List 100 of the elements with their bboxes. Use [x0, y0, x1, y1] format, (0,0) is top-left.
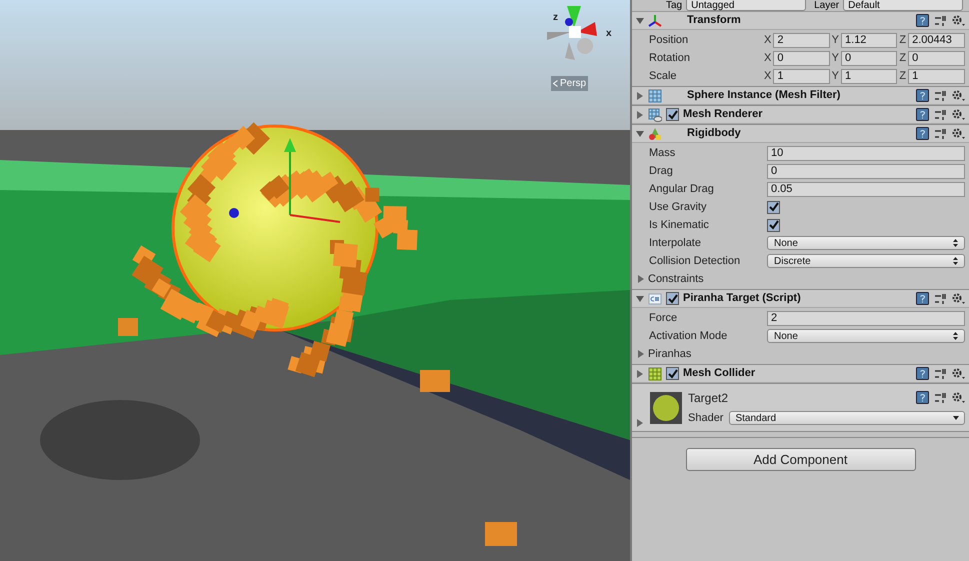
- help-book-icon[interactable]: [916, 108, 929, 121]
- field-label: Use Gravity: [649, 200, 708, 215]
- number-field[interactable]: 10: [767, 146, 965, 160]
- axis-label: z: [553, 11, 558, 25]
- dropdown[interactable]: None: [767, 329, 965, 343]
- settings-icon[interactable]: [951, 108, 965, 121]
- axis-label: X: [764, 68, 772, 84]
- shader-label: Shader: [688, 410, 724, 426]
- settings-icon[interactable]: [951, 14, 965, 27]
- settings-icon[interactable]: [951, 89, 965, 102]
- preset-sliders-icon[interactable]: [934, 90, 946, 102]
- collapsed-triangle-icon[interactable]: [637, 275, 645, 283]
- component-header[interactable]: Rigidbody: [632, 125, 969, 143]
- preset-sliders-icon[interactable]: [934, 14, 946, 26]
- axis-label: Y: [832, 32, 840, 48]
- number-field[interactable]: 2: [773, 32, 830, 48]
- collapsed-triangle-icon[interactable]: [636, 110, 644, 118]
- component-title: Rigidbody: [687, 126, 741, 142]
- settings-icon[interactable]: [951, 292, 965, 305]
- collapsed-triangle-icon[interactable]: [636, 370, 644, 378]
- expanded-triangle-icon[interactable]: [636, 16, 644, 24]
- left-chevron-icon: [553, 80, 558, 87]
- field-label: Mass: [649, 146, 676, 161]
- number-field[interactable]: 0: [767, 164, 965, 178]
- help-book-icon[interactable]: [916, 367, 929, 380]
- field-label: Force: [649, 310, 678, 326]
- help-book-icon[interactable]: [916, 14, 929, 27]
- mesh-eye-icon: [648, 108, 662, 122]
- field-label: Interpolate: [649, 236, 702, 251]
- material-name: Target2: [688, 390, 728, 407]
- help-book-icon[interactable]: [916, 391, 929, 404]
- field-label: Position: [649, 32, 690, 48]
- number-field[interactable]: 2.00443: [908, 32, 966, 48]
- number-field[interactable]: 2: [767, 310, 965, 326]
- expanded-triangle-icon[interactable]: [636, 130, 644, 138]
- shader-dropdown[interactable]: Standard: [729, 411, 965, 425]
- component-header[interactable]: Transform: [632, 12, 969, 30]
- number-field[interactable]: 1: [908, 68, 966, 84]
- help-book-icon[interactable]: [916, 127, 929, 140]
- checkbox[interactable]: [666, 367, 679, 380]
- number-field[interactable]: 0.05: [767, 182, 965, 196]
- number-field[interactable]: 0: [841, 50, 898, 66]
- tag-label: Tag: [666, 0, 682, 11]
- layer-label: Layer: [814, 0, 840, 11]
- checkbox[interactable]: [666, 292, 679, 305]
- layer-dropdown[interactable]: Default: [843, 0, 963, 11]
- tag-dropdown[interactable]: Untagged: [686, 0, 806, 11]
- axis-label: Z: [899, 50, 906, 66]
- settings-icon[interactable]: [951, 367, 965, 380]
- axis-label: Z: [899, 68, 906, 84]
- checkmark-icon: [668, 368, 678, 378]
- component-header[interactable]: Sphere Instance (Mesh Filter): [632, 87, 969, 105]
- number-field[interactable]: 1: [841, 68, 898, 84]
- number-field[interactable]: 1: [773, 68, 830, 84]
- help-book-icon[interactable]: [916, 89, 929, 102]
- settings-icon[interactable]: [951, 127, 965, 140]
- mesh-grid-icon: [648, 88, 662, 102]
- checkbox[interactable]: [767, 200, 780, 214]
- component-title: Transform: [687, 13, 741, 28]
- component-header[interactable]: Mesh Renderer: [632, 106, 969, 124]
- component-header[interactable]: Mesh Collider: [632, 365, 969, 383]
- dropdown[interactable]: None: [767, 236, 965, 250]
- component-header[interactable]: Piranha Target (Script): [632, 290, 969, 308]
- preset-sliders-icon[interactable]: [934, 292, 946, 304]
- sphere-preview-icon: [650, 392, 682, 424]
- axis-label: X: [764, 32, 772, 48]
- dropdown[interactable]: Discrete: [767, 254, 965, 268]
- collapsed-triangle-icon[interactable]: [636, 419, 644, 427]
- collider-grid-icon: [648, 366, 662, 380]
- preset-sliders-icon[interactable]: [934, 128, 946, 140]
- number-field[interactable]: 1.12: [841, 32, 898, 48]
- component-title: Piranha Target (Script): [683, 291, 801, 306]
- axes-icon: [648, 14, 662, 28]
- axis-label: x: [606, 27, 612, 41]
- add-component-button[interactable]: Add Component: [686, 448, 916, 471]
- collapsed-triangle-icon[interactable]: [636, 92, 644, 100]
- preset-sliders-icon[interactable]: [934, 368, 946, 380]
- script-file-icon: [648, 292, 662, 306]
- axis-label: X: [764, 50, 772, 66]
- preset-sliders-icon[interactable]: [934, 392, 946, 404]
- axis-label: Y: [832, 68, 840, 84]
- field-label: Angular Drag: [649, 182, 715, 197]
- field-label: Rotation: [649, 50, 691, 66]
- collapsed-triangle-icon[interactable]: [637, 350, 645, 358]
- settings-icon[interactable]: [951, 391, 965, 404]
- number-field[interactable]: 0: [773, 50, 830, 66]
- component-title: Mesh Collider: [683, 366, 756, 382]
- help-book-icon[interactable]: [916, 292, 929, 305]
- number-field[interactable]: 0: [908, 50, 966, 66]
- projection-label: Persp: [560, 77, 586, 91]
- checkbox[interactable]: [666, 108, 679, 121]
- up-down-arrows-icon: [953, 239, 958, 247]
- shapes-icon: [648, 126, 662, 140]
- preset-sliders-icon[interactable]: [934, 108, 946, 120]
- dropdown-arrow-icon: [953, 416, 959, 420]
- expanded-triangle-icon[interactable]: [636, 294, 644, 302]
- foldout-label[interactable]: Piranhas: [648, 346, 692, 362]
- checkbox[interactable]: [767, 218, 780, 232]
- foldout-label[interactable]: Constraints: [648, 270, 704, 288]
- axis-label: Y: [832, 50, 840, 66]
